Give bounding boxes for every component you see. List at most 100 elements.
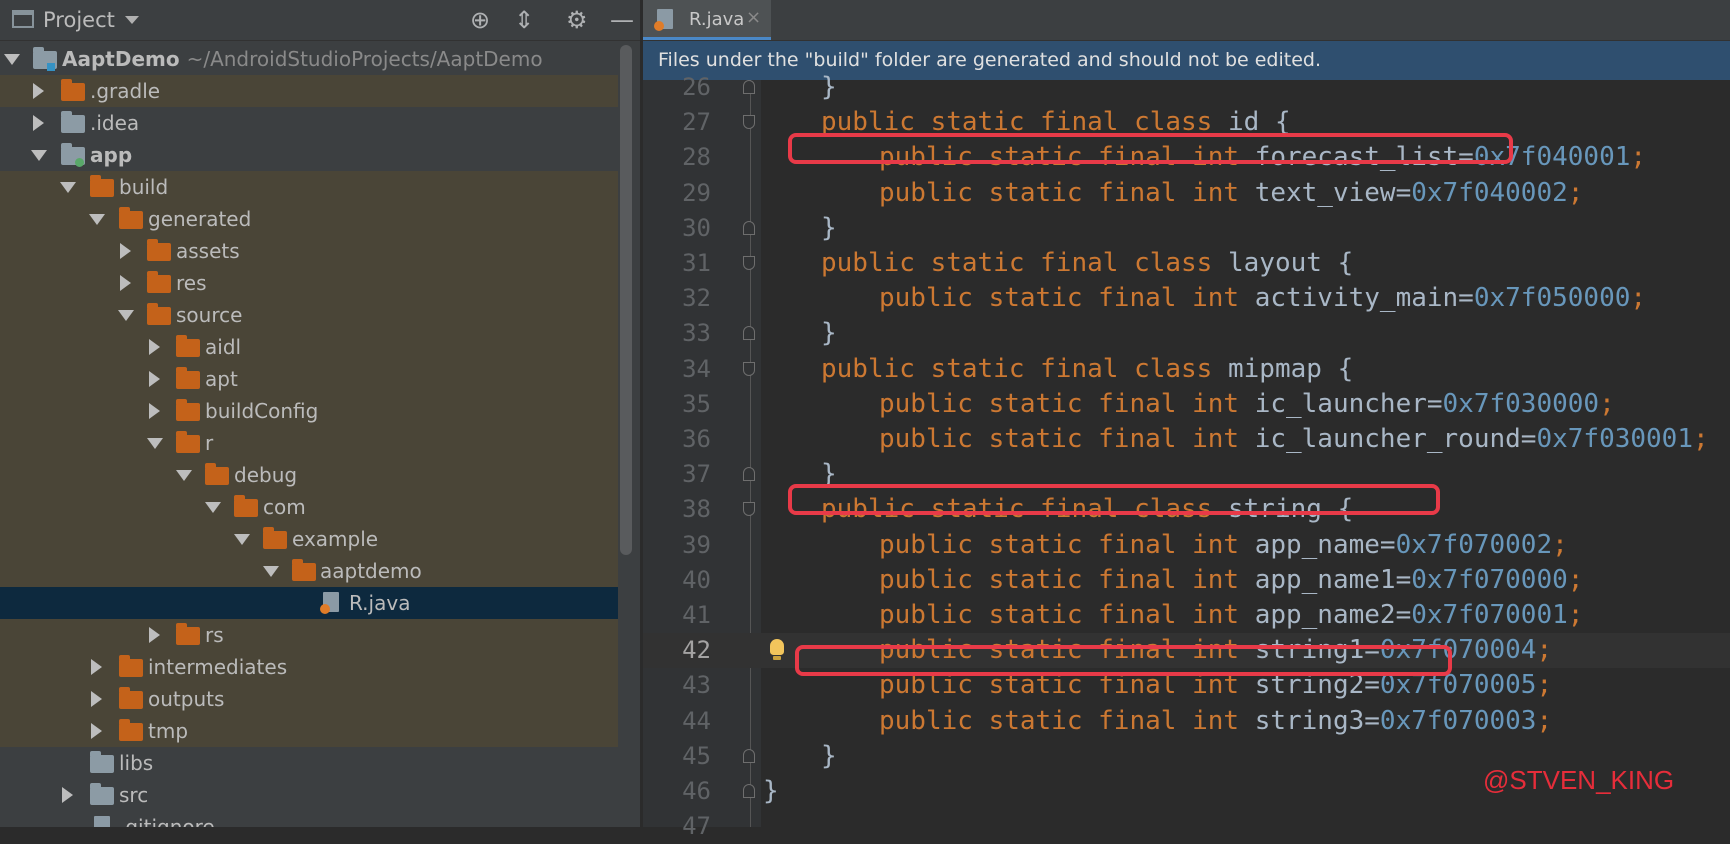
tree-item-generated[interactable]: generated xyxy=(0,203,618,235)
code-line[interactable]: 33} xyxy=(643,316,1730,351)
code-text: public static final int app_name2=0x7f07… xyxy=(879,600,1583,630)
tree-item-aidl[interactable]: aidl xyxy=(0,331,618,363)
code-line[interactable]: 29 public static final int text_view=0x7f… xyxy=(643,176,1730,211)
tree-item-r[interactable]: r xyxy=(0,427,618,459)
close-icon[interactable]: × xyxy=(746,7,761,28)
tree-item-tmp[interactable]: tmp xyxy=(0,715,618,747)
code-text: } xyxy=(821,318,837,348)
tree-item-gradle[interactable]: .gradle xyxy=(0,75,618,107)
fold-marker-icon[interactable] xyxy=(743,748,755,763)
collapse-icon[interactable]: ⇕ xyxy=(514,6,534,34)
expand-arrow-icon[interactable] xyxy=(91,659,102,675)
tree-item-r-java[interactable]: R.java xyxy=(0,587,618,619)
expand-arrow-icon[interactable] xyxy=(91,723,102,739)
expand-arrow-icon[interactable] xyxy=(120,275,131,291)
code-line[interactable]: 40 public static final int app_name1=0x7f… xyxy=(643,563,1730,598)
code-line[interactable]: 34 public static final class mipmap { xyxy=(643,352,1730,387)
chevron-down-icon[interactable] xyxy=(125,16,139,24)
expand-arrow-icon[interactable] xyxy=(149,627,160,643)
tree-item-assets[interactable]: assets xyxy=(0,235,618,267)
tree-item-gitignore[interactable]: .gitignore xyxy=(0,811,618,827)
expand-arrow-icon[interactable] xyxy=(149,403,160,419)
fold-marker-icon[interactable] xyxy=(743,361,755,376)
expand-arrow-icon[interactable] xyxy=(33,83,44,99)
expand-arrow-icon[interactable] xyxy=(120,243,131,259)
minimize-icon[interactable]: — xyxy=(610,6,634,34)
code-line[interactable]: 31 public static final class layout { xyxy=(643,246,1730,281)
tree-item-buildconfig[interactable]: buildConfig xyxy=(0,395,618,427)
tree-item-label: aidl xyxy=(205,335,242,359)
code-line[interactable]: 44 public static final int string3=0x7f07… xyxy=(643,704,1730,739)
tree-item-debug[interactable]: debug xyxy=(0,459,618,491)
code-line[interactable]: 32 public static final int activity_main=… xyxy=(643,281,1730,316)
code-line[interactable]: 36 public static final int ic_launcher_ro… xyxy=(643,422,1730,457)
tree-item-libs[interactable]: libs xyxy=(0,747,618,779)
folder-icon xyxy=(147,303,171,325)
target-icon[interactable]: ⊕ xyxy=(470,6,490,34)
project-panel-title[interactable]: Project xyxy=(43,8,115,32)
expand-arrow-icon[interactable] xyxy=(91,691,102,707)
fold-marker-icon[interactable] xyxy=(743,115,755,130)
code-line[interactable]: 41 public static final int app_name2=0x7f… xyxy=(643,598,1730,633)
code-semicolon: ; xyxy=(1567,177,1584,208)
expand-arrow-icon[interactable] xyxy=(4,54,20,65)
expand-arrow-icon[interactable] xyxy=(31,150,47,161)
expand-arrow-icon[interactable] xyxy=(62,787,73,803)
tree-item-label: outputs xyxy=(148,687,225,711)
tree-item-intermediates[interactable]: intermediates xyxy=(0,651,618,683)
tree-item-res[interactable]: res xyxy=(0,267,618,299)
tree-item-source[interactable]: source xyxy=(0,299,618,331)
code-text: public static final class mipmap { xyxy=(821,354,1353,384)
fold-marker-icon[interactable] xyxy=(743,467,755,482)
expand-arrow-icon[interactable] xyxy=(149,339,160,355)
code-keyword: public static final int xyxy=(879,705,1255,736)
folder-icon xyxy=(176,623,200,645)
expand-arrow-icon[interactable] xyxy=(176,470,192,481)
tree-item-app[interactable]: app xyxy=(0,139,618,171)
code-line[interactable]: 26} xyxy=(643,70,1730,105)
tree-item-src[interactable]: src xyxy=(0,779,618,811)
expand-arrow-icon[interactable] xyxy=(33,115,44,131)
code-identifier: app_name1= xyxy=(1254,564,1412,595)
project-panel-header: Project ⊕ ⇕ ⚙ — xyxy=(0,0,640,41)
lightbulb-icon[interactable] xyxy=(770,639,784,661)
tree-item-outputs[interactable]: outputs xyxy=(0,683,618,715)
tree-item-aaptdemo-package[interactable]: aaptdemo xyxy=(0,555,618,587)
expand-arrow-icon[interactable] xyxy=(147,438,163,449)
fold-marker-icon[interactable] xyxy=(743,256,755,270)
tree-item-apt[interactable]: apt xyxy=(0,363,618,395)
fold-marker-icon[interactable] xyxy=(743,502,755,517)
expand-arrow-icon[interactable] xyxy=(234,534,250,545)
editor: R.java × Files under the "build" folder … xyxy=(643,0,1730,840)
fold-marker-icon[interactable] xyxy=(743,220,755,235)
fold-marker-icon[interactable] xyxy=(743,326,755,341)
tree-item-label: aaptdemo xyxy=(320,559,422,583)
tab-r-java[interactable]: R.java × xyxy=(643,0,771,40)
expand-arrow-icon[interactable] xyxy=(89,214,105,225)
expand-arrow-icon[interactable] xyxy=(205,502,221,513)
code-line[interactable]: 30} xyxy=(643,211,1730,246)
code-number: 0x7f070003 xyxy=(1379,705,1537,736)
code-line[interactable]: 39 public static final int app_name=0x7f0… xyxy=(643,528,1730,563)
tree-item-idea[interactable]: .idea xyxy=(0,107,618,139)
tree-item-rs[interactable]: rs xyxy=(0,619,618,651)
tree-item-label: res xyxy=(176,271,207,295)
code-area[interactable]: 26} 27 public static final class id {28 pub… xyxy=(643,72,1730,840)
fold-marker-icon[interactable] xyxy=(743,80,755,94)
tree-item-aaptdemo[interactable]: AaptDemo ~/AndroidStudioProjects/AaptDem… xyxy=(0,43,618,75)
fold-marker-icon[interactable] xyxy=(743,784,755,798)
expand-arrow-icon[interactable] xyxy=(149,371,160,387)
code-line[interactable]: 35 public static final int ic_launcher=0x… xyxy=(643,387,1730,422)
expand-arrow-icon[interactable] xyxy=(118,310,134,321)
folder-icon xyxy=(119,687,143,709)
code-number: 0x7f050000 xyxy=(1473,283,1631,314)
gear-icon[interactable]: ⚙ xyxy=(566,6,588,34)
java-file-icon xyxy=(320,592,339,614)
tree-scrollbar[interactable] xyxy=(620,45,632,555)
expand-arrow-icon[interactable] xyxy=(60,182,76,193)
line-number: 34 xyxy=(682,354,711,383)
tree-item-com[interactable]: com xyxy=(0,491,618,523)
tree-item-example[interactable]: example xyxy=(0,523,618,555)
expand-arrow-icon[interactable] xyxy=(263,566,279,577)
tree-item-build[interactable]: build xyxy=(0,171,618,203)
